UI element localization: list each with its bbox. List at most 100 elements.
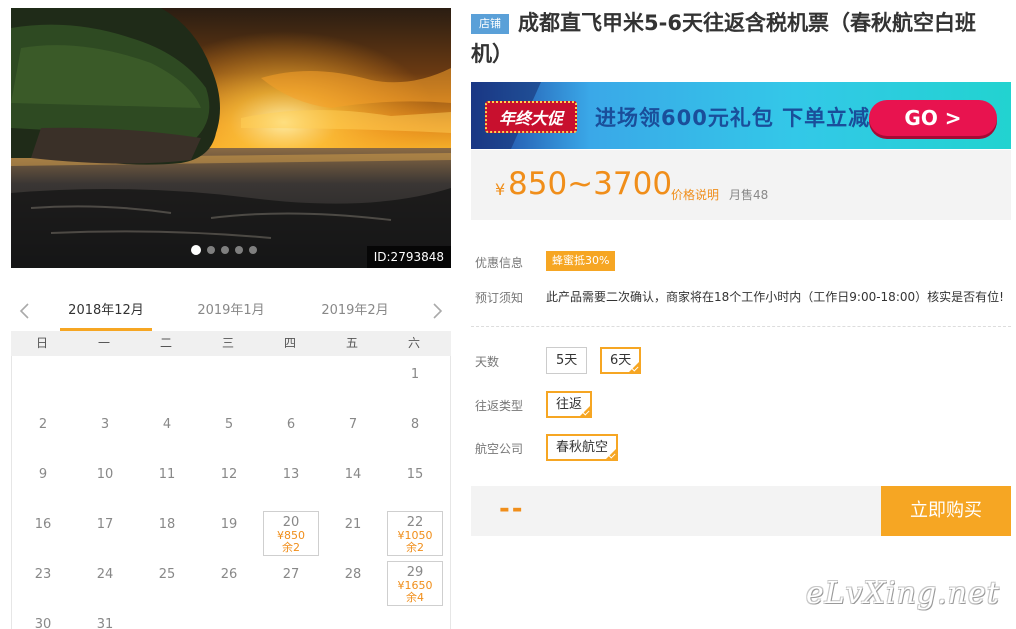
banner-amount: 600 <box>661 106 708 130</box>
calendar-empty-cell <box>136 356 198 406</box>
calendar-day: 15 <box>384 456 446 506</box>
banner-text-part2: 元礼包 下单立减 <box>707 106 871 130</box>
day-number: 30 <box>34 617 52 629</box>
product-title: 成都直飞甲米5-6天往返含税机票（春秋航空白班机） <box>471 11 976 66</box>
carousel-dot[interactable] <box>207 246 215 254</box>
promo-tag: 蜂蜜抵30% <box>546 251 616 271</box>
calendar-day: 13 <box>260 456 322 506</box>
site-watermark: eLvXing.net <box>806 576 1000 611</box>
calendar-day: 21 <box>322 506 384 556</box>
day-number: 8 <box>410 417 420 432</box>
chevron-right-icon[interactable] <box>429 303 445 319</box>
calendar-day: 9 <box>12 456 74 506</box>
calendar-day: 25 <box>136 556 198 606</box>
photo-id-label: ID:2793848 <box>366 246 451 268</box>
weekday-label: 六 <box>407 336 420 350</box>
calendar-day: 4 <box>136 406 198 456</box>
calendar-day: 5 <box>198 406 260 456</box>
day-number: 10 <box>96 467 114 482</box>
divider <box>471 326 1011 327</box>
check-icon <box>608 451 616 459</box>
total-price: -- <box>499 494 525 524</box>
banner-headline: 进场领600元礼包 下单立减 <box>595 102 870 132</box>
calendar-day-available[interactable]: 22 ¥1050 余2 <box>387 511 443 556</box>
day-number: 1 <box>410 367 420 382</box>
monthly-sales: 月售48 <box>729 188 769 202</box>
sunset-photo <box>11 8 451 268</box>
tab-month-3[interactable]: 2019年2月 <box>309 295 401 331</box>
option-airline-label: 春秋航空 <box>556 440 609 455</box>
weekday-label: 日 <box>35 336 48 350</box>
calendar-empty-cell <box>322 356 384 406</box>
days-label: 天数 <box>475 355 500 369</box>
calendar-day: 16 <box>12 506 74 556</box>
tab-month-2[interactable]: 2019年1月 <box>185 295 277 331</box>
day-number: 17 <box>96 517 114 532</box>
day-number: 12 <box>220 467 238 482</box>
carousel-dot[interactable] <box>235 246 243 254</box>
calendar-day-available[interactable]: 29 ¥1650 余4 <box>387 561 443 606</box>
calendar-day: 14 <box>322 456 384 506</box>
calendar-day: 23 <box>12 556 74 606</box>
purchase-bar: -- 立即购买 <box>471 486 1011 536</box>
promo-banner[interactable]: 年终大促 进场领600元礼包 下单立减 GO > <box>471 82 1011 149</box>
sale-badge: 年终大促 <box>485 101 577 133</box>
check-icon <box>582 408 590 416</box>
day-number: 11 <box>158 467 176 482</box>
calendar-day: 18 <box>136 506 198 556</box>
option-days-6-label: 6天 <box>610 353 632 368</box>
day-number: 9 <box>38 467 48 482</box>
calendar-day: 12 <box>198 456 260 506</box>
booking-notice-text: 此产品需要二次确认，商家将在18个工作小时内（工作日9:00-18:00）核实是… <box>546 290 1004 304</box>
carousel-dot[interactable] <box>221 246 229 254</box>
calendar-grid: 1 2 3 4 5 6 7 8 9 10 11 12 13 14 15 16 17 18 19 20 ¥850 余2 21 2… <box>11 356 451 629</box>
calendar-empty-cell <box>198 356 260 406</box>
buy-now-button[interactable]: 立即购买 <box>881 486 1011 536</box>
day-number: 7 <box>348 417 358 432</box>
tab-month-1[interactable]: 2018年12月 <box>60 295 152 331</box>
calendar-day: 24 <box>74 556 136 606</box>
day-number: 16 <box>34 517 52 532</box>
price-note-link[interactable]: 价格说明 <box>671 186 719 203</box>
carousel-dots[interactable] <box>191 245 257 255</box>
calendar-day: 26 <box>198 556 260 606</box>
calendar-day: 1 <box>384 356 446 406</box>
option-airline[interactable]: 春秋航空 <box>546 434 619 461</box>
day-number: 21 <box>344 517 362 532</box>
day-number: 27 <box>282 567 300 582</box>
day-number: 26 <box>220 567 238 582</box>
carousel-dot[interactable] <box>191 245 201 255</box>
price-range: 850~3700 <box>508 166 673 202</box>
day-number: 2 <box>38 417 48 432</box>
day-number: 13 <box>282 467 300 482</box>
day-number: 22 <box>406 515 424 530</box>
booking-notice-label: 预订须知 <box>475 291 524 305</box>
day-number: 19 <box>220 517 238 532</box>
option-round-trip[interactable]: 往返 <box>546 391 593 418</box>
calendar-day: 10 <box>74 456 136 506</box>
day-number: 6 <box>286 417 296 432</box>
calendar-month-nav: 2018年12月 2019年1月 2019年2月 <box>11 295 451 331</box>
banner-go-button[interactable]: GO > <box>869 100 997 136</box>
chevron-left-icon[interactable] <box>17 303 33 319</box>
trip-type-label: 往返类型 <box>475 399 524 413</box>
product-photo[interactable]: ID:2793848 <box>11 8 451 268</box>
calendar-empty-cell <box>12 356 74 406</box>
option-days-5[interactable]: 5天 <box>546 347 588 374</box>
day-number: 25 <box>158 567 176 582</box>
day-number: 31 <box>96 617 114 629</box>
day-remaining: 余2 <box>282 541 300 554</box>
calendar-day: 19 <box>198 506 260 556</box>
day-number: 14 <box>344 467 362 482</box>
calendar-empty-cell <box>260 356 322 406</box>
calendar-day-available[interactable]: 20 ¥850 余2 <box>263 511 319 556</box>
option-round-trip-label: 往返 <box>556 397 583 412</box>
weekday-label: 五 <box>345 336 358 350</box>
calendar-day: 17 <box>74 506 136 556</box>
calendar-day: 30 <box>12 606 74 629</box>
option-days-6[interactable]: 6天 <box>600 347 642 374</box>
banner-text-part1: 进场领 <box>595 106 661 130</box>
weekday-label: 二 <box>159 336 172 350</box>
carousel-dot[interactable] <box>249 246 257 254</box>
day-number: 24 <box>96 567 114 582</box>
